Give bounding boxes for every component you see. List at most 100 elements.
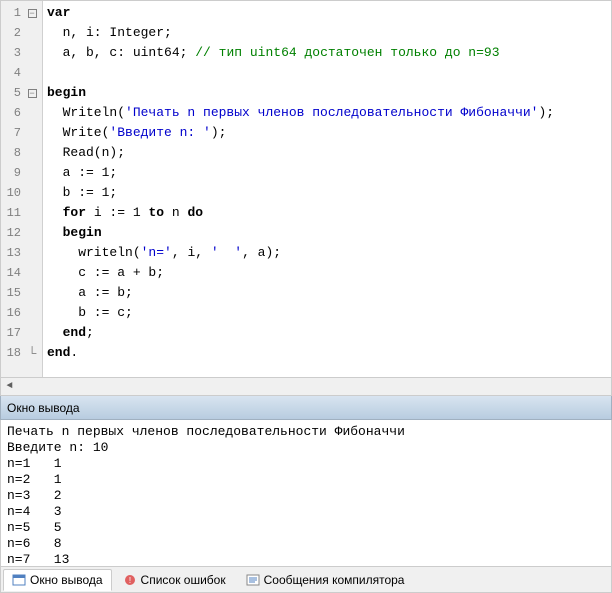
line-number: 3	[1, 46, 23, 60]
line-number: 1	[1, 6, 23, 20]
code-token: , i,	[172, 245, 211, 260]
code-line[interactable]: var	[47, 3, 607, 23]
code-line[interactable]: c := a + b;	[47, 263, 607, 283]
code-token: Read(n);	[47, 145, 125, 160]
line-number: 6	[1, 106, 23, 120]
line-number: 14	[1, 266, 23, 280]
code-line[interactable]: Write('Введите n: ');	[47, 123, 607, 143]
line-number: 16	[1, 306, 23, 320]
code-token	[47, 205, 63, 220]
output-panel[interactable]: Печать n первых членов последовательност…	[0, 420, 612, 567]
code-token	[47, 225, 63, 240]
output-line: n=2 1	[7, 472, 605, 488]
code-token: a := b;	[47, 285, 133, 300]
code-token: Write(	[47, 125, 109, 140]
code-token: begin	[63, 225, 102, 240]
output-line: n=5 5	[7, 520, 605, 536]
gutter-row: 10	[1, 183, 42, 203]
code-line[interactable]: a := 1;	[47, 163, 607, 183]
line-gutter: 1−2345−6789101112131415161718└	[1, 1, 43, 377]
messages-icon	[246, 573, 260, 587]
code-token: ;	[109, 185, 117, 200]
gutter-row: 14	[1, 263, 42, 283]
code-line[interactable]: writeln('n=', i, ' ', a);	[47, 243, 607, 263]
line-number: 13	[1, 246, 23, 260]
code-token: to	[148, 205, 164, 220]
tab-label: Сообщения компилятора	[264, 573, 405, 587]
code-token: b :=	[47, 185, 102, 200]
code-line[interactable]: Writeln('Печать n первых членов последов…	[47, 103, 607, 123]
fold-toggle-icon[interactable]: −	[23, 7, 41, 19]
code-line[interactable]: end;	[47, 323, 607, 343]
code-line[interactable]: b := c;	[47, 303, 607, 323]
code-token: do	[187, 205, 203, 220]
gutter-row: 4	[1, 63, 42, 83]
code-token: , a);	[242, 245, 281, 260]
code-token: .	[70, 345, 78, 360]
code-token: end	[63, 325, 86, 340]
line-number: 4	[1, 66, 23, 80]
code-token: end	[47, 345, 70, 360]
code-token: 'Введите n: '	[109, 125, 210, 140]
code-token: for	[63, 205, 86, 220]
gutter-row: 5−	[1, 83, 42, 103]
code-token: n	[164, 205, 187, 220]
code-token: uint64	[133, 45, 180, 60]
code-token: ;	[86, 325, 94, 340]
code-token: b := c;	[47, 305, 133, 320]
fold-toggle-icon[interactable]: −	[23, 87, 41, 99]
code-token: 'n='	[141, 245, 172, 260]
line-number: 7	[1, 126, 23, 140]
line-number: 15	[1, 286, 23, 300]
code-line[interactable]: begin	[47, 223, 607, 243]
code-line[interactable]: a, b, c: uint64; // тип uint64 достаточе…	[47, 43, 607, 63]
code-line[interactable]: for i := 1 to n do	[47, 203, 607, 223]
code-line[interactable]: b := 1;	[47, 183, 607, 203]
code-line[interactable]: n, i: Integer;	[47, 23, 607, 43]
code-token: a, b, c:	[47, 45, 133, 60]
gutter-row: 15	[1, 283, 42, 303]
code-editor[interactable]: 1−2345−6789101112131415161718└ var n, i:…	[0, 0, 612, 378]
code-token: writeln(	[47, 245, 141, 260]
code-line[interactable]: begin	[47, 83, 607, 103]
line-number: 9	[1, 166, 23, 180]
gutter-row: 17	[1, 323, 42, 343]
tab-messages[interactable]: Сообщения компилятора	[237, 569, 414, 591]
line-number: 5	[1, 86, 23, 100]
output-line: n=6 8	[7, 536, 605, 552]
output-icon	[12, 573, 26, 587]
code-line[interactable]: end.	[47, 343, 607, 363]
tab-output[interactable]: Окно вывода	[3, 569, 112, 591]
line-number: 11	[1, 206, 23, 220]
output-line: Печать n первых членов последовательност…	[7, 424, 605, 440]
code-token: ;	[180, 45, 196, 60]
code-token	[47, 325, 63, 340]
code-content[interactable]: var n, i: Integer; a, b, c: uint64; // т…	[43, 1, 611, 377]
output-line: n=1 1	[7, 456, 605, 472]
gutter-row: 9	[1, 163, 42, 183]
code-line[interactable]: a := b;	[47, 283, 607, 303]
code-token: var	[47, 5, 70, 20]
code-token: ' '	[211, 245, 242, 260]
code-line[interactable]	[47, 63, 607, 83]
output-panel-title: Окно вывода	[7, 401, 80, 415]
gutter-row: 12	[1, 223, 42, 243]
code-token: );	[211, 125, 227, 140]
scroll-left-arrow[interactable]: ◄	[1, 378, 18, 395]
gutter-row: 13	[1, 243, 42, 263]
line-number: 2	[1, 26, 23, 40]
gutter-row: 2	[1, 23, 42, 43]
gutter-row: 16	[1, 303, 42, 323]
fold-end-icon[interactable]: └	[23, 346, 41, 360]
output-panel-header: Окно вывода	[0, 396, 612, 420]
tab-label: Окно вывода	[30, 573, 103, 587]
tab-errors[interactable]: !Список ошибок	[114, 569, 235, 591]
code-line[interactable]: Read(n);	[47, 143, 607, 163]
code-token: Integer	[109, 25, 164, 40]
code-token: // тип uint64 достаточен только до n=93	[195, 45, 499, 60]
code-token: ;	[109, 165, 117, 180]
code-token: n, i:	[47, 25, 109, 40]
code-token: Writeln(	[47, 105, 125, 120]
code-token: ;	[164, 25, 172, 40]
horizontal-scrollbar[interactable]: ◄	[0, 378, 612, 396]
